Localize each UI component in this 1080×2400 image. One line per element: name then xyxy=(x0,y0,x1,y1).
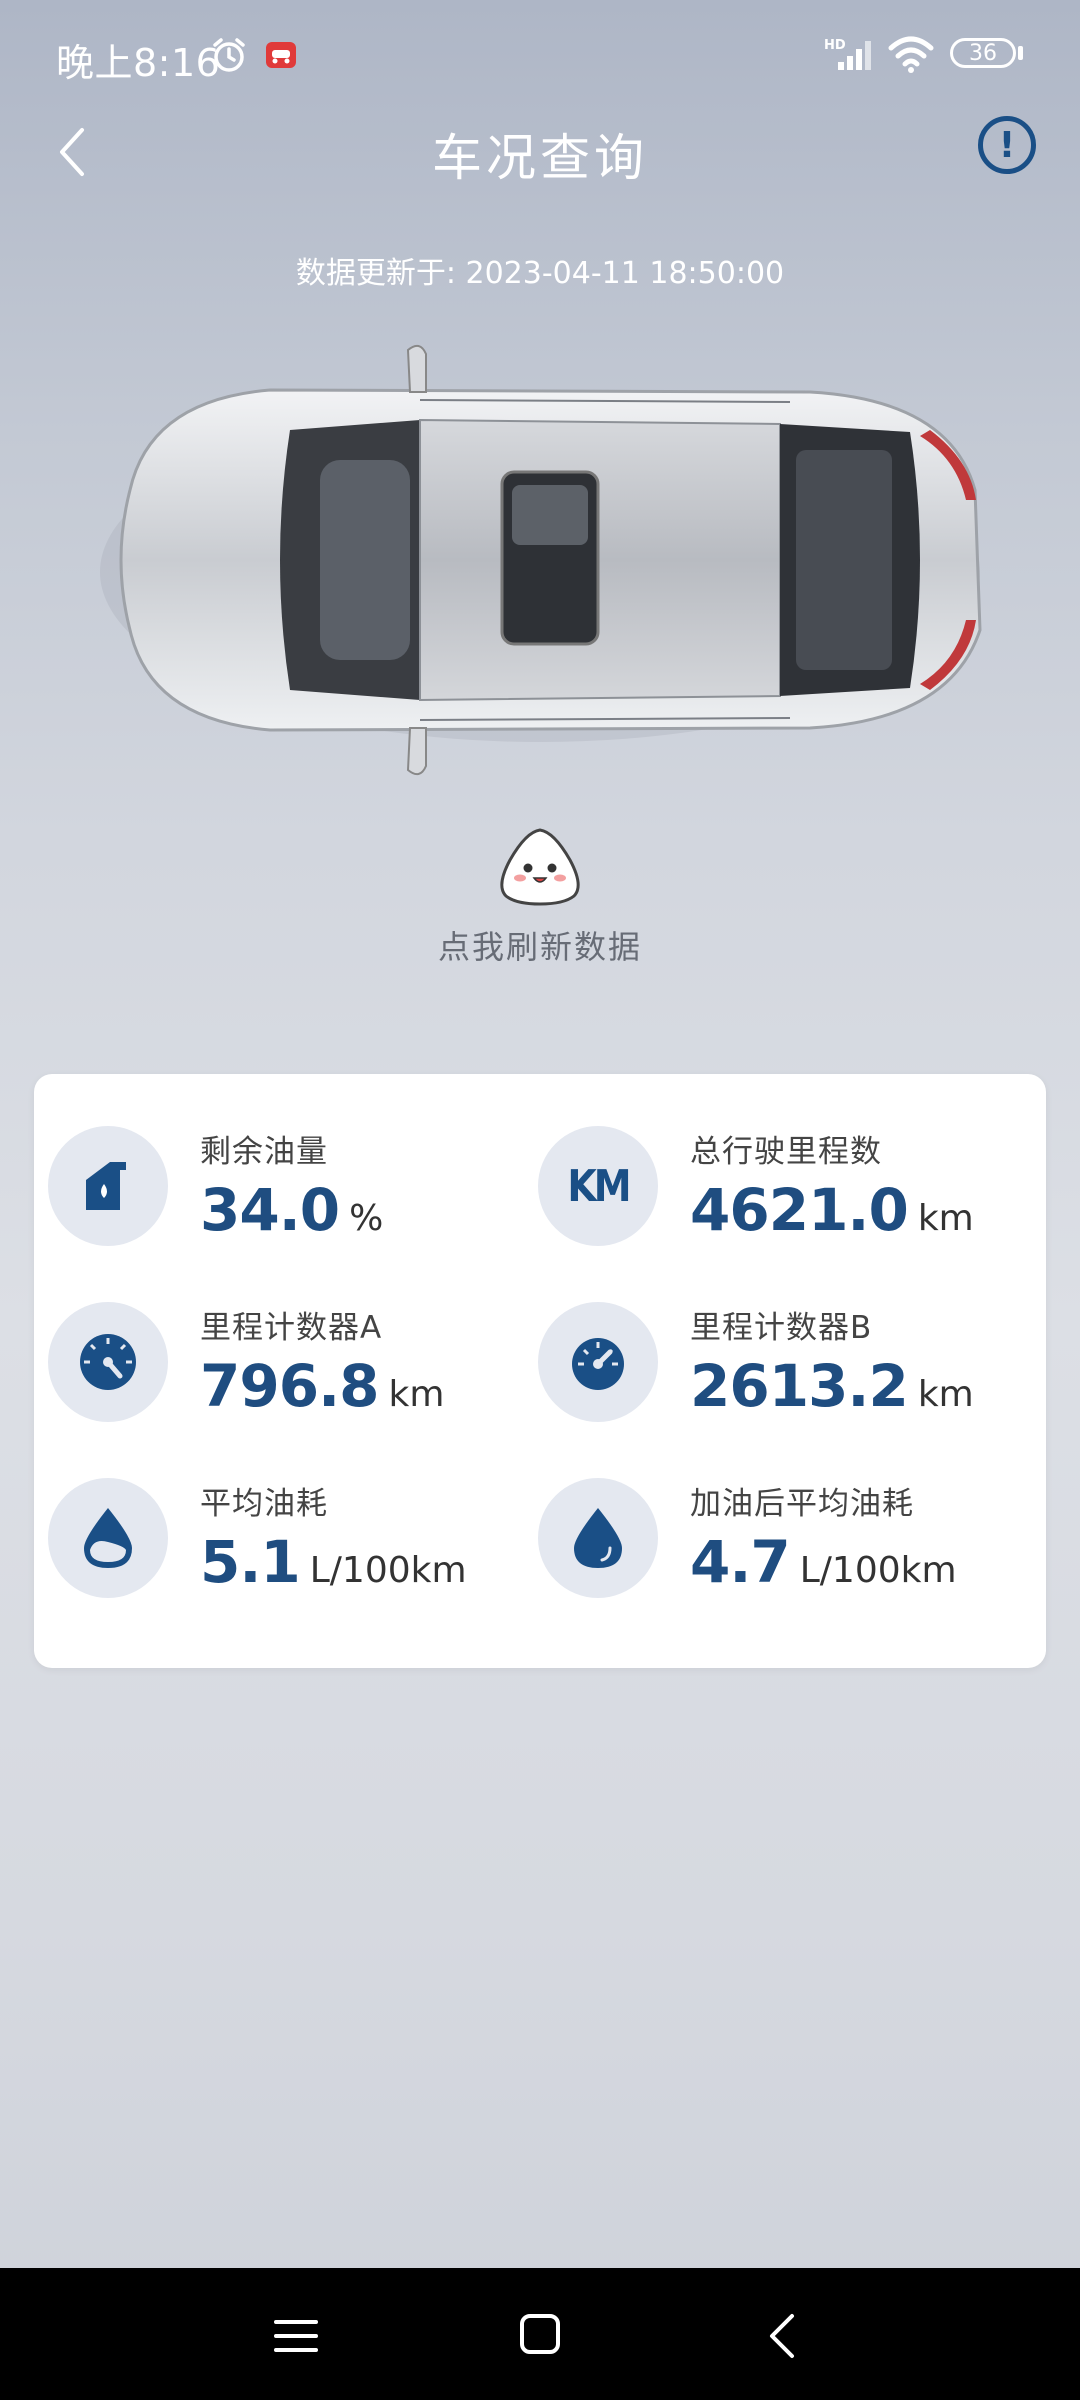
stat-trip-b: 里程计数器B 2613.2 km xyxy=(524,1250,1014,1422)
stat-post-refuel-consumption: 加油后平均油耗 4.7 L/100km xyxy=(524,1426,1014,1598)
odometer-b-icon xyxy=(538,1302,658,1422)
stat-label: 里程计数器B xyxy=(690,1310,873,1346)
stat-label: 总行驶里程数 xyxy=(690,1134,882,1170)
odometer-a-icon xyxy=(48,1302,168,1422)
stat-remaining-fuel: 剩余油量 34.0% xyxy=(34,1074,524,1246)
car-top-view-image xyxy=(100,344,982,776)
stat-value: 5.1 xyxy=(200,1528,301,1596)
app-notification-icon xyxy=(266,42,296,68)
battery-level: 36 xyxy=(969,40,997,66)
back-nav-icon[interactable] xyxy=(756,2308,812,2364)
stats-card: 剩余油量 34.0% KM 总行驶里程数 4621.0 km 里程计数器A 796… xyxy=(34,1074,1046,1668)
stat-value: 34.0 xyxy=(200,1176,340,1244)
status-time: 晚上8:16 xyxy=(56,41,221,85)
page-title: 车况查询 xyxy=(432,129,648,187)
refresh-label: 点我刷新数据 xyxy=(437,928,642,966)
hd-signal-icon: HD xyxy=(824,38,871,70)
stat-trip-a: 里程计数器A 796.8 km xyxy=(34,1250,524,1422)
battery-tip xyxy=(1018,46,1023,60)
stat-average-fuel-consumption: 平均油耗 5.1 L/100km xyxy=(34,1426,524,1598)
wifi-icon xyxy=(888,36,934,73)
navigation-bar xyxy=(0,2268,1080,2400)
rice-ball-mascot-icon xyxy=(500,828,580,906)
stat-unit: L/100km xyxy=(309,1550,467,1591)
info-button[interactable]: ! xyxy=(978,116,1036,174)
km-icon: KM xyxy=(538,1126,658,1246)
stat-unit: km xyxy=(388,1374,445,1415)
stat-label: 加油后平均油耗 xyxy=(690,1486,914,1522)
header: 车况查询 ! xyxy=(0,100,1080,200)
stat-unit: % xyxy=(349,1198,384,1239)
alarm-icon xyxy=(213,38,245,72)
update-time: 数据更新于: 2023-04-11 18:50:00 xyxy=(295,256,785,291)
stat-value: 796.8 xyxy=(200,1352,379,1420)
stat-unit: km xyxy=(917,1198,974,1239)
refresh-button[interactable]: 点我刷新数据 xyxy=(0,826,1080,968)
home-icon[interactable] xyxy=(512,2306,568,2362)
exclamation-icon: ! xyxy=(998,124,1016,166)
stat-value: 2613.2 xyxy=(690,1352,909,1420)
status-bar: 晚上8:16 HD 36 xyxy=(0,0,1080,108)
stat-unit: L/100km xyxy=(799,1550,957,1591)
fuel-tank-icon xyxy=(48,1126,168,1246)
fuel-drop-half-icon xyxy=(48,1478,168,1598)
km-icon-text: KM xyxy=(567,1160,631,1212)
stat-label: 里程计数器A xyxy=(200,1310,383,1346)
stat-value: 4.7 xyxy=(690,1528,791,1596)
stat-value: 4621.0 xyxy=(690,1176,909,1244)
stat-label: 平均油耗 xyxy=(200,1486,328,1522)
svg-text:HD: HD xyxy=(824,38,846,53)
menu-icon[interactable] xyxy=(268,2308,324,2364)
fuel-drop-icon xyxy=(538,1478,658,1598)
battery-icon: 36 xyxy=(950,38,1016,68)
stat-total-mileage: KM 总行驶里程数 4621.0 km xyxy=(524,1074,1014,1246)
stat-label: 剩余油量 xyxy=(200,1134,328,1170)
stat-unit: km xyxy=(917,1374,974,1415)
